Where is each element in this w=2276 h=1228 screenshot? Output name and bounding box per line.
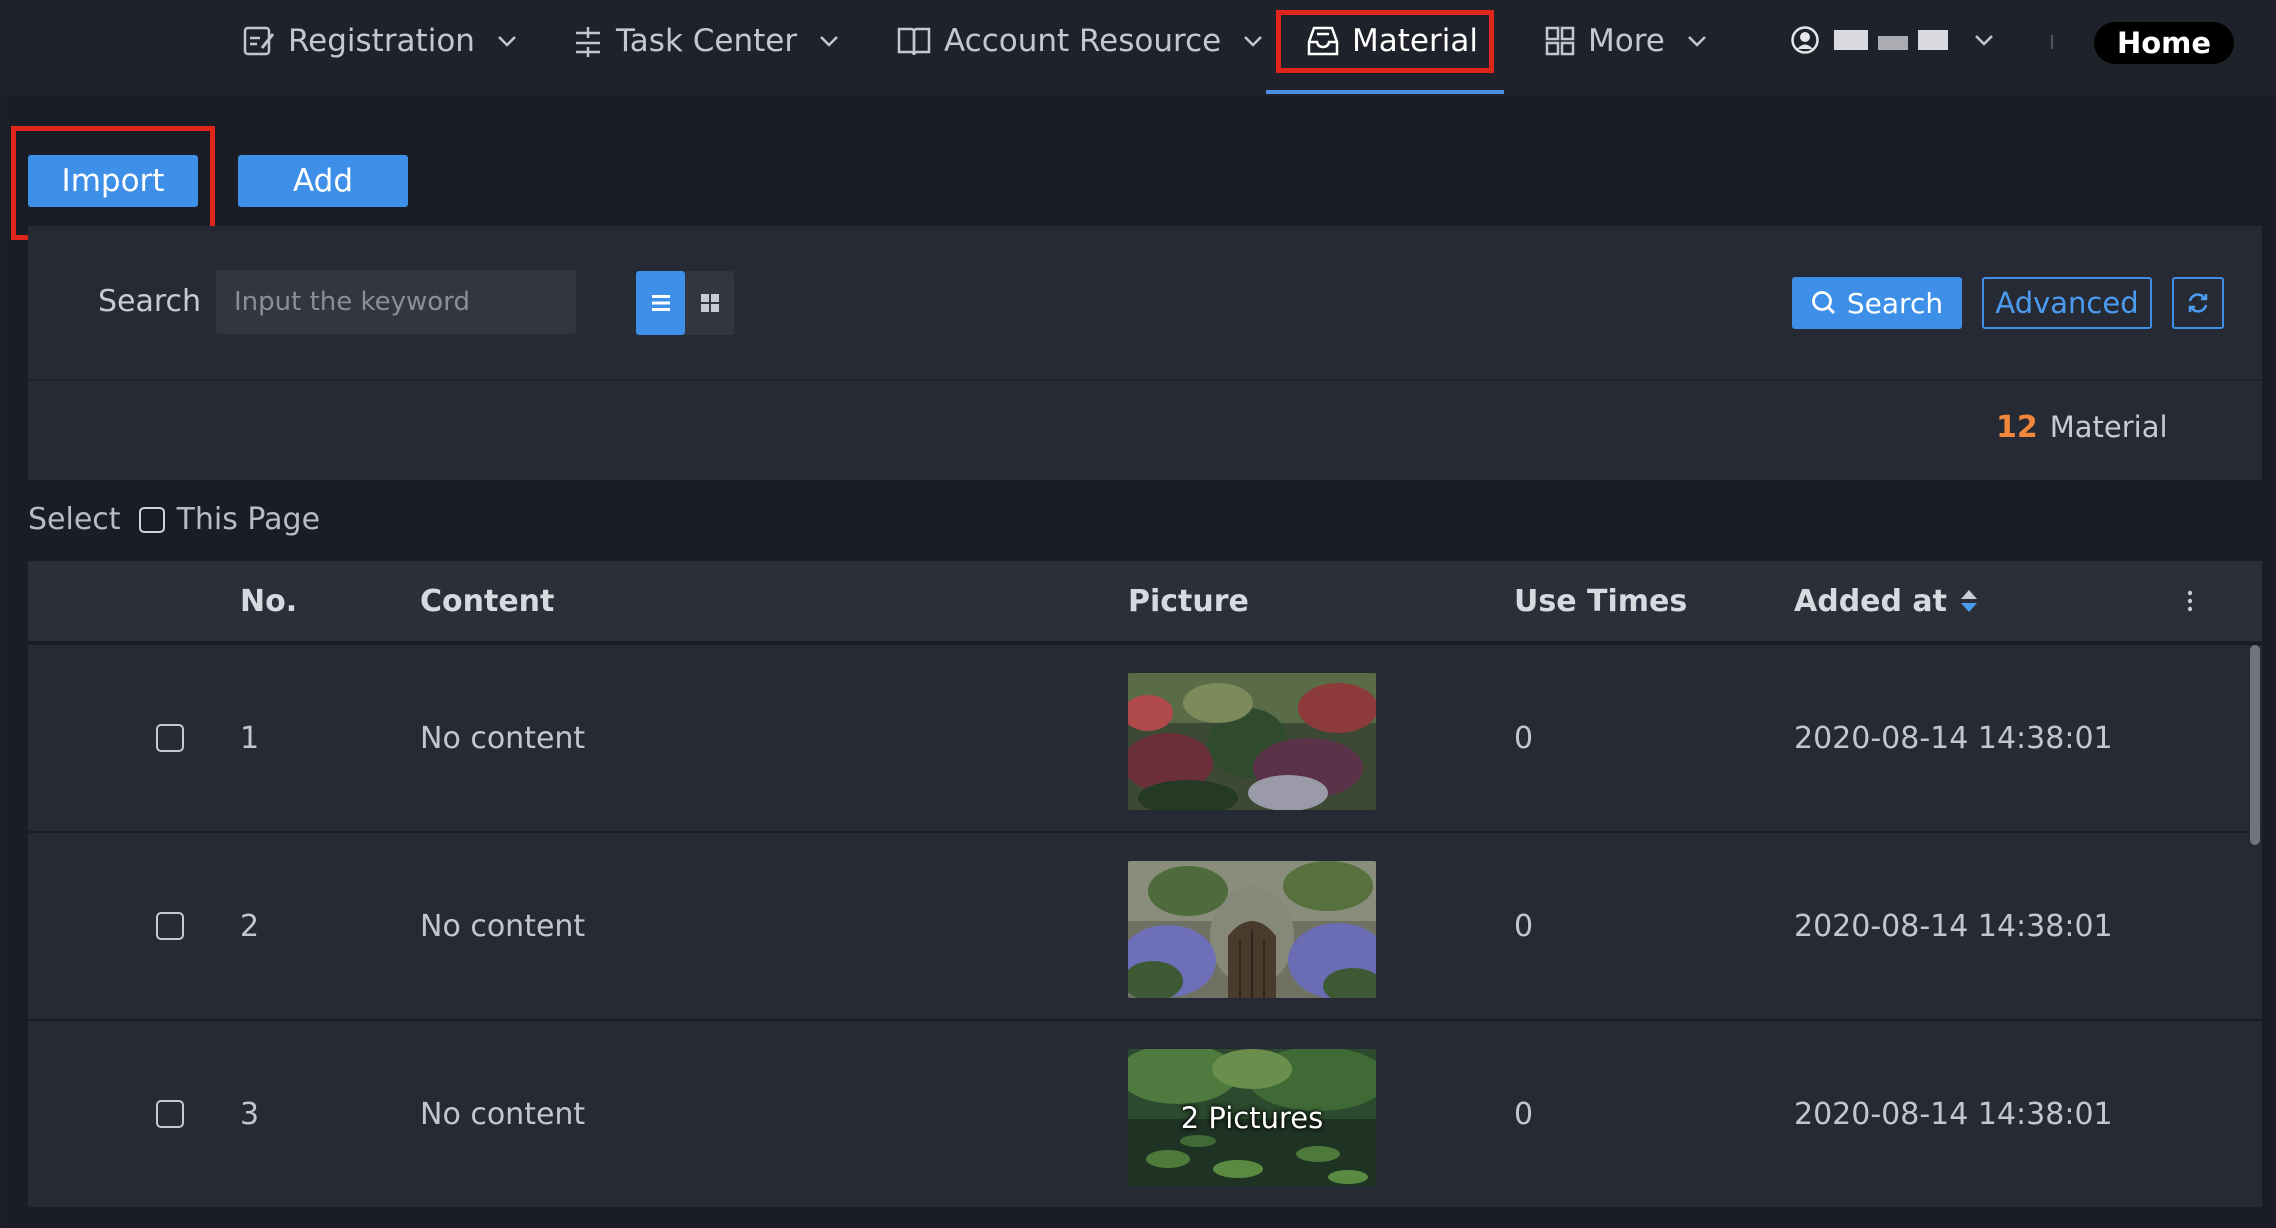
chevron-down-icon xyxy=(1687,36,1706,47)
nav-registration-label: Registration xyxy=(288,23,475,59)
import-button[interactable]: Import xyxy=(28,155,198,207)
row-added-at: 2020-08-14 14:38:01 xyxy=(1794,908,2113,944)
column-header-added-at-label: Added at xyxy=(1794,583,1948,619)
material-thumbnail[interactable]: 2 Pictures xyxy=(1128,1049,1376,1186)
search-button[interactable]: Search xyxy=(1792,277,1962,329)
table-row[interactable]: 1 No content 0 2020-08-14 14:38:01 xyxy=(28,645,2262,831)
home-button[interactable]: Home xyxy=(2094,22,2234,64)
row-content: No content xyxy=(420,720,586,756)
select-this-page-checkbox[interactable] xyxy=(138,506,165,533)
select-this-page[interactable]: This Page xyxy=(138,502,321,537)
sliders-icon xyxy=(576,27,600,57)
book-icon xyxy=(897,27,931,56)
user-menu[interactable] xyxy=(1790,20,1994,60)
column-header-no: No. xyxy=(240,583,298,619)
nav-material[interactable]: Material xyxy=(1306,0,1478,82)
grid-view-toggle[interactable] xyxy=(685,271,734,335)
refresh-icon xyxy=(2188,293,2208,313)
row-added-at: 2020-08-14 14:38:01 xyxy=(1794,1096,2113,1132)
nav-task-center[interactable]: Task Center xyxy=(572,0,839,82)
search-input[interactable]: Input the keyword xyxy=(216,270,576,334)
divider xyxy=(2051,35,2053,49)
row-number: 2 xyxy=(240,908,260,944)
refresh-button[interactable] xyxy=(2172,277,2224,329)
row-content: No content xyxy=(420,1096,586,1132)
grid-icon xyxy=(1545,26,1575,56)
advanced-search-button[interactable]: Advanced xyxy=(1982,277,2152,329)
table-row[interactable]: 2 No content 0 2020-08-14 14:38:01 xyxy=(28,833,2262,1019)
thumbnail-label: 2 Pictures xyxy=(1180,1100,1324,1135)
search-panel xyxy=(28,226,2262,480)
nav-more[interactable]: More xyxy=(1544,0,1707,82)
top-navigation-bar: Registration Task Center Account Resourc… xyxy=(0,0,2276,96)
select-this-page-label: This Page xyxy=(176,502,321,537)
nav-registration[interactable]: Registration xyxy=(242,0,517,82)
left-edge-strip xyxy=(0,96,10,1228)
sort-icon xyxy=(1961,590,1978,612)
nav-material-label: Material xyxy=(1352,23,1478,59)
grid-view-icon xyxy=(700,294,719,312)
chevron-down-icon xyxy=(1975,35,1993,46)
material-count-unit: Material xyxy=(2049,410,2168,444)
add-button[interactable]: Add xyxy=(238,155,408,207)
search-button-label: Search xyxy=(1846,286,1944,320)
nav-account-resource[interactable]: Account Resource xyxy=(896,0,1263,82)
thumbnail-label xyxy=(1128,673,1376,810)
row-added-at: 2020-08-14 14:38:01 xyxy=(1794,720,2113,756)
material-thumbnail[interactable] xyxy=(1128,673,1376,810)
nav-account-resource-label: Account Resource xyxy=(944,23,1222,59)
material-count-number: 12 xyxy=(1996,410,2038,445)
row-checkbox[interactable] xyxy=(156,1100,184,1128)
nav-more-label: More xyxy=(1588,23,1665,59)
inbox-icon xyxy=(1307,26,1339,56)
search-icon xyxy=(1811,291,1835,314)
row-checkbox[interactable] xyxy=(156,912,184,940)
list-view-toggle[interactable] xyxy=(636,271,685,335)
select-row: Select This Page xyxy=(28,502,320,537)
redacted-username xyxy=(1834,30,1948,50)
row-content: No content xyxy=(420,908,586,944)
row-use-times: 0 xyxy=(1514,1096,1534,1132)
chevron-down-icon xyxy=(820,36,838,47)
edit-form-icon xyxy=(243,26,275,56)
thumbnail-label xyxy=(1128,861,1376,998)
row-use-times: 0 xyxy=(1514,908,1534,944)
column-header-use-times: Use Times xyxy=(1514,583,1688,619)
column-header-added-at[interactable]: Added at xyxy=(1794,561,1979,641)
chevron-down-icon xyxy=(498,36,516,47)
column-header-picture: Picture xyxy=(1128,583,1249,619)
active-tab-indicator xyxy=(1266,90,1504,94)
table-scrollbar[interactable] xyxy=(2250,645,2260,845)
select-label: Select xyxy=(28,502,121,537)
more-vertical-icon xyxy=(2187,590,2193,612)
user-avatar-icon xyxy=(1791,26,1819,54)
column-settings-button[interactable] xyxy=(2186,561,2194,641)
column-header-content: Content xyxy=(420,583,555,619)
material-count: 12 Material xyxy=(1996,410,2168,445)
row-use-times: 0 xyxy=(1514,720,1534,756)
table-row[interactable]: 3 No content 2 Pictures 0 2020-08-14 14:… xyxy=(28,1021,2262,1207)
search-label: Search xyxy=(98,284,202,319)
nav-task-center-label: Task Center xyxy=(616,23,798,59)
list-view-icon xyxy=(651,295,670,311)
table-header: No. Content Picture Use Times Added at xyxy=(28,561,2262,641)
chevron-down-icon xyxy=(1244,36,1263,47)
divider xyxy=(28,379,2262,381)
row-number: 1 xyxy=(240,720,260,756)
search-input-placeholder: Input the keyword xyxy=(234,287,470,317)
material-thumbnail[interactable] xyxy=(1128,861,1376,998)
row-checkbox[interactable] xyxy=(156,724,184,752)
row-number: 3 xyxy=(240,1096,260,1132)
